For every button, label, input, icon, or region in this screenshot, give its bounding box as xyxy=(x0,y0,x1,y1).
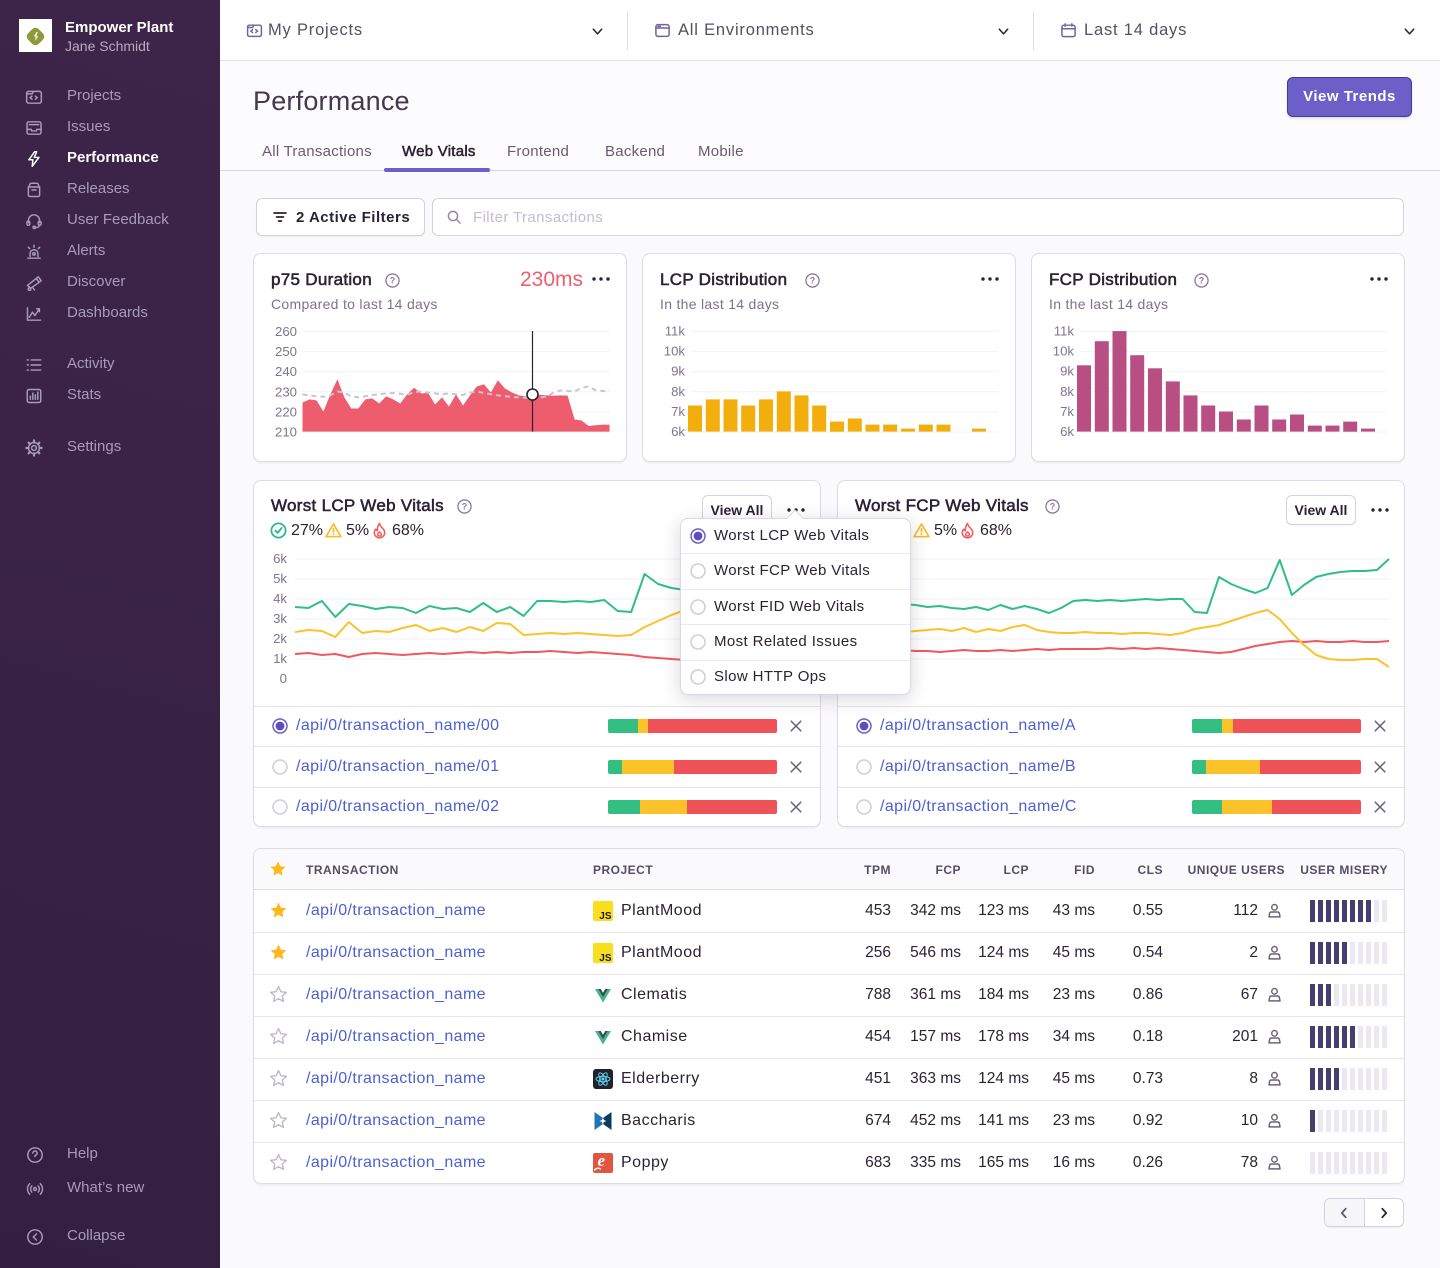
svg-text:?: ? xyxy=(390,276,395,286)
svg-text:?: ? xyxy=(1050,502,1055,512)
svg-text:?: ? xyxy=(810,276,815,286)
svg-text:?: ? xyxy=(462,502,467,512)
svg-text:?: ? xyxy=(1199,276,1204,286)
